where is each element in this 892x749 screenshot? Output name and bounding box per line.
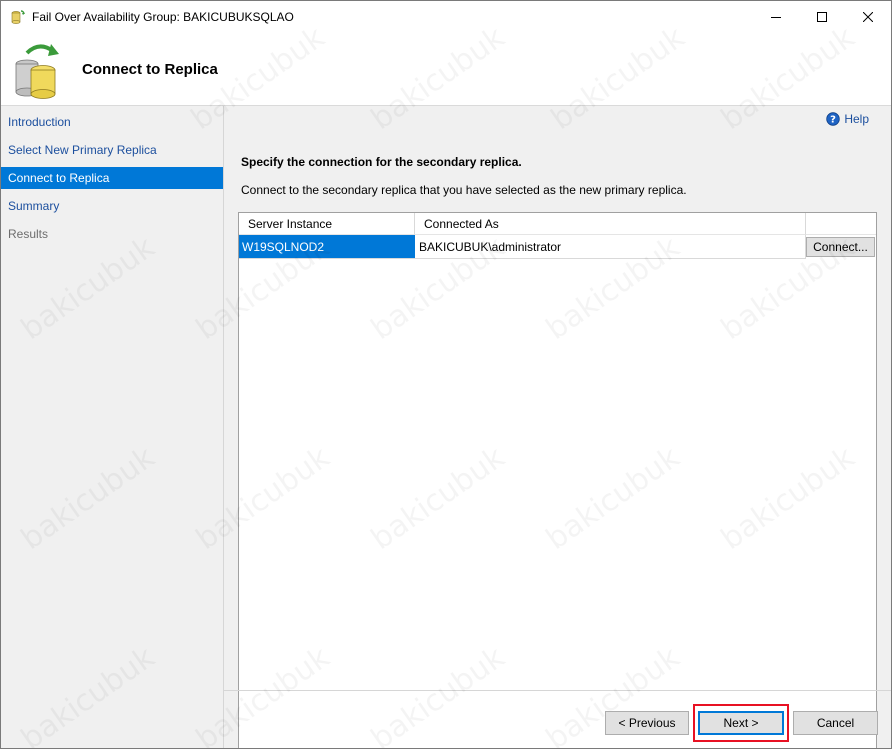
- previous-button[interactable]: < Previous: [605, 711, 689, 735]
- minimize-button[interactable]: [753, 1, 799, 32]
- replica-grid: Server Instance Connected As W19SQLNOD2 …: [238, 212, 877, 748]
- help-link[interactable]: ? Help: [826, 112, 869, 126]
- nav-item-summary[interactable]: Summary: [1, 195, 223, 217]
- main-panel: ? Help Specify the connection for the se…: [224, 106, 891, 748]
- window-title: Fail Over Availability Group: BAKICUBUKS…: [32, 10, 294, 24]
- title-bar: Fail Over Availability Group: BAKICUBUKS…: [1, 1, 891, 32]
- close-icon: [863, 11, 873, 22]
- column-header-server-instance: Server Instance: [239, 213, 415, 235]
- nav-item-introduction[interactable]: Introduction: [1, 111, 223, 133]
- maximize-button[interactable]: [799, 1, 845, 32]
- grid-header: Server Instance Connected As: [239, 213, 876, 235]
- section-heading: Specify the connection for the secondary…: [241, 155, 522, 169]
- column-header-connected-as: Connected As: [415, 213, 806, 235]
- database-icon: [11, 10, 25, 24]
- page-title: Connect to Replica: [82, 61, 218, 78]
- connect-button[interactable]: Connect...: [806, 237, 875, 257]
- cancel-button[interactable]: Cancel: [793, 711, 878, 735]
- nav-item-results: Results: [8, 227, 49, 241]
- maximize-icon: [817, 11, 827, 22]
- minimize-icon: [771, 16, 781, 18]
- cell-connected-as: BAKICUBUK\administrator: [415, 235, 806, 259]
- table-row[interactable]: W19SQLNOD2 BAKICUBUK\administrator Conne…: [239, 235, 876, 259]
- help-label: Help: [844, 112, 869, 126]
- nav-item-select-new-primary-replica[interactable]: Select New Primary Replica: [1, 139, 223, 161]
- wizard-window: Fail Over Availability Group: BAKICUBUKS…: [0, 0, 892, 749]
- svg-text:?: ?: [830, 115, 836, 126]
- footer-divider: [224, 690, 891, 691]
- help-icon: ?: [826, 112, 841, 126]
- availability-group-icon: [15, 44, 59, 99]
- next-button-highlight: [693, 704, 789, 742]
- nav-item-connect-to-replica[interactable]: Connect to Replica: [1, 167, 223, 189]
- close-button[interactable]: [845, 1, 891, 32]
- cell-server-instance[interactable]: W19SQLNOD2: [239, 235, 415, 259]
- wizard-nav: Introduction Select New Primary Replica …: [1, 106, 224, 748]
- page-header: Connect to Replica: [1, 32, 891, 106]
- section-description: Connect to the secondary replica that yo…: [241, 183, 687, 197]
- column-header-action: [806, 213, 876, 235]
